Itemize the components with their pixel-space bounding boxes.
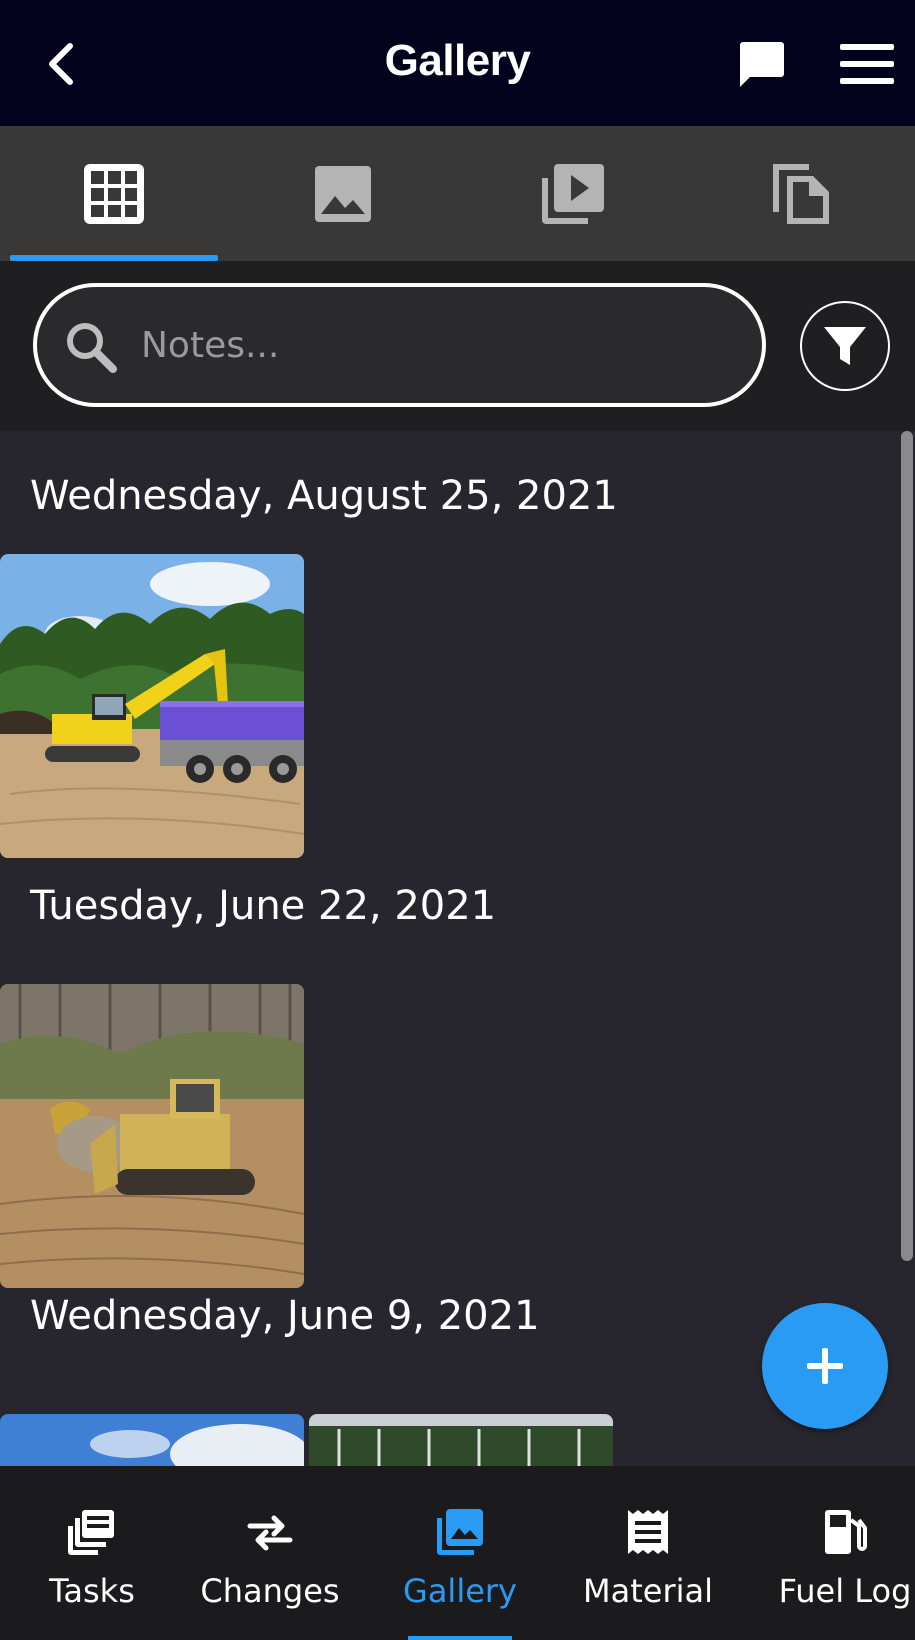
documents-icon — [772, 163, 829, 224]
nav-label: Tasks — [49, 1572, 135, 1610]
tree-line-photo — [309, 1414, 613, 1466]
chevron-left-icon — [49, 43, 73, 85]
swap-arrows-icon — [247, 1515, 293, 1551]
photo-thumbnail[interactable] — [0, 554, 304, 858]
image-icon — [315, 165, 372, 222]
media-type-tabs — [0, 126, 915, 261]
search-input[interactable] — [141, 311, 721, 379]
nav-label: Fuel Log — [778, 1572, 912, 1610]
nav-item-gallery[interactable]: Gallery — [400, 1466, 520, 1640]
back-button[interactable] — [40, 40, 84, 88]
gallery-screen: Gallery Notes... Wednesday, August 25, 2… — [0, 0, 915, 1640]
nav-item-material[interactable]: Material — [578, 1466, 718, 1640]
filter-button[interactable] — [800, 301, 890, 391]
nav-item-changes[interactable]: Changes — [200, 1466, 340, 1640]
nav-label: Material — [583, 1572, 713, 1610]
bulldozer-photo — [0, 984, 304, 1288]
photo-thumbnail[interactable] — [309, 1414, 613, 1466]
tab-documents[interactable] — [686, 126, 915, 261]
photo-library-icon — [437, 1509, 483, 1555]
search-bar-row — [0, 261, 915, 431]
date-header: Tuesday, June 22, 2021 — [30, 883, 497, 929]
tab-videos[interactable] — [458, 126, 687, 261]
scrollbar[interactable] — [901, 431, 913, 1261]
tab-photos[interactable] — [229, 126, 458, 261]
chat-button[interactable] — [736, 38, 786, 90]
excavator-photo — [0, 554, 304, 858]
sky-photo — [0, 1414, 304, 1466]
filter-icon — [824, 327, 866, 365]
hamburger-menu-icon — [840, 44, 894, 84]
search-box — [33, 283, 766, 407]
date-header: Wednesday, June 9, 2021 — [30, 1293, 540, 1339]
photo-thumbnail[interactable] — [0, 1414, 304, 1466]
tab-all-grid[interactable] — [0, 126, 229, 261]
search-icon — [67, 323, 117, 373]
add-media-button[interactable] — [762, 1303, 888, 1429]
nav-item-tasks[interactable]: Tasks — [42, 1466, 142, 1640]
video-library-icon — [541, 163, 604, 224]
menu-button[interactable] — [838, 42, 896, 86]
receipt-icon — [628, 1510, 668, 1554]
tasks-icon — [68, 1510, 114, 1555]
nav-label: Gallery — [403, 1572, 517, 1610]
photo-thumbnail[interactable] — [0, 984, 304, 1288]
nav-item-fuel-log[interactable]: Fuel Log — [778, 1466, 912, 1640]
grid-icon — [84, 163, 145, 224]
plus-icon — [807, 1348, 843, 1384]
bottom-navigation: Tasks Changes Gallery Material Fuel Log — [0, 1466, 915, 1640]
nav-label: Changes — [200, 1572, 340, 1610]
top-app-bar: Gallery — [0, 0, 915, 126]
chat-bubble-icon — [740, 42, 784, 87]
gallery-content: Wednesday, August 25, 2021 Tuesday, June… — [0, 431, 915, 1466]
fuel-pump-icon — [825, 1510, 867, 1554]
date-header: Wednesday, August 25, 2021 — [30, 473, 618, 519]
